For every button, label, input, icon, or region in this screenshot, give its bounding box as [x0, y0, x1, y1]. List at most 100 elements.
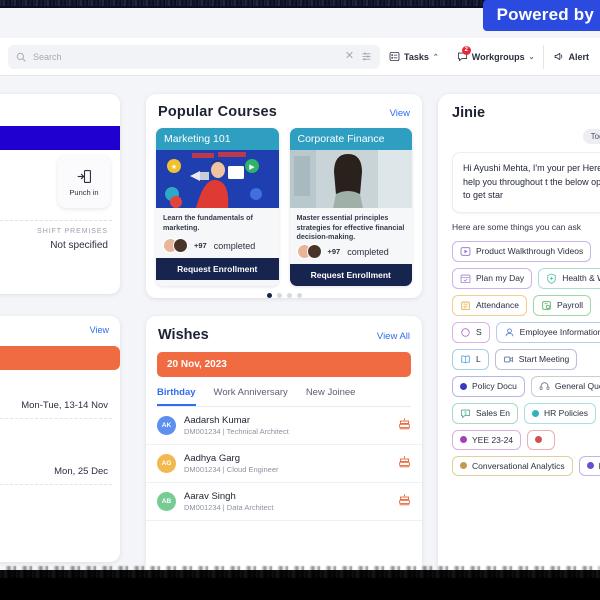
- close-icon[interactable]: ✕: [345, 51, 354, 62]
- list-item[interactable]: AK Aadarsh Kumar DM001234 | Technical Ar…: [146, 407, 422, 445]
- tab-new-joinee[interactable]: New Joinee: [306, 387, 356, 406]
- bot-prompt-text: Here are some things you can ask: [452, 221, 581, 232]
- attendance-progress-bar: [0, 126, 120, 150]
- avatar-group: [296, 244, 322, 260]
- search-bar[interactable]: ✕: [8, 44, 381, 69]
- filter-icon[interactable]: [361, 51, 372, 62]
- punch-in-label: Punch in: [69, 187, 99, 197]
- book-icon: [460, 354, 471, 365]
- alert-megaphone-icon: [555, 52, 563, 61]
- shift-premises-label: SHIFT PREMISES: [37, 228, 108, 235]
- chip-plan-my-day[interactable]: Plan my Day: [452, 267, 533, 289]
- carousel-dot[interactable]: [276, 293, 282, 298]
- punch-in-door-icon: [77, 169, 91, 183]
- holidays-view-link[interactable]: View: [90, 325, 109, 335]
- wishes-view-all-link[interactable]: View All: [377, 331, 410, 342]
- courses-view-link[interactable]: View: [390, 108, 410, 119]
- carousel-dot[interactable]: [296, 293, 302, 298]
- tab-work-anniversary[interactable]: Work Anniversary: [214, 387, 288, 406]
- list-item[interactable]: AB Aarav Singh DM001234 | Data Architect: [146, 483, 422, 521]
- course-card[interactable]: Marketing 101 ★ ▶ Learn the fundamentals…: [156, 128, 279, 287]
- avatar: [306, 244, 322, 260]
- person-name: Aadhya Garg: [184, 453, 240, 464]
- cake-icon[interactable]: [398, 493, 411, 511]
- attendance-divider: [0, 220, 112, 221]
- sales-chat-icon: $: [460, 408, 471, 419]
- search-icon: [16, 52, 26, 62]
- chip-l[interactable]: L: [452, 348, 489, 370]
- person-name: Aarav Singh: [184, 491, 236, 502]
- list-item[interactable]: AG Aadhya Garg DM001234 | Cloud Engineer: [146, 445, 422, 483]
- chip-yee-23-24[interactable]: YEE 23-24: [452, 429, 522, 450]
- dot-icon: [586, 462, 594, 469]
- nav-item-workgroups[interactable]: 2 Workgroups ⌄: [448, 45, 544, 69]
- calendar-check-icon: [460, 273, 471, 284]
- course-banner: Marketing 101: [156, 128, 279, 150]
- powered-by-banner: Powered by: [482, 0, 600, 31]
- chip-label: HR Policies: [544, 408, 588, 418]
- courses-title: Popular Courses: [158, 104, 278, 120]
- request-enrollment-button[interactable]: Request Enrollment: [289, 264, 412, 287]
- dot-icon: [535, 436, 543, 443]
- nav-item-tasks[interactable]: Tasks ⌃: [380, 45, 448, 69]
- punch-in-button[interactable]: Punch in: [58, 156, 110, 208]
- policy-dot-icon: [460, 382, 467, 390]
- course-thumbnail: [289, 150, 412, 208]
- carousel-dot[interactable]: [266, 293, 272, 298]
- completed-label: completed: [347, 246, 389, 257]
- course-title: Marketing 101: [164, 133, 231, 145]
- chip-general-query[interactable]: General Query: [530, 375, 600, 397]
- holidays-divider-1: [0, 418, 112, 419]
- course-banner: Corporate Finance: [289, 128, 412, 150]
- chip-label: YEE 23-24: [472, 434, 514, 445]
- chip-payroll[interactable]: Payroll: [533, 294, 591, 316]
- svg-text:▶: ▶: [249, 164, 255, 171]
- dot-icon: [532, 409, 540, 417]
- nav-item-alert[interactable]: Alert: [543, 44, 598, 69]
- chip-label: S: [476, 327, 482, 337]
- wishes-tabs: Birthday Work Anniversary New Joinee: [157, 377, 411, 407]
- cake-icon[interactable]: [398, 417, 411, 435]
- course-meta: +97 completed: [290, 244, 413, 264]
- courses-header: Popular Courses View: [146, 94, 422, 120]
- chip-n[interactable]: N: [578, 455, 600, 476]
- chip-conversational-analytics[interactable]: Conversational Analytics: [452, 455, 573, 476]
- request-enrollment-button[interactable]: Request Enrollment: [156, 258, 279, 280]
- person-icon: [504, 327, 515, 338]
- carousel-dots[interactable]: [146, 286, 422, 298]
- chip-label: Attendance: [476, 300, 520, 310]
- chip-attendance[interactable]: Attendance: [452, 294, 528, 316]
- wishes-header: Wishes View All: [146, 316, 422, 343]
- chip-label: Conversational Analytics: [472, 460, 565, 471]
- chip-label: L: [476, 354, 481, 364]
- chip-health-and-wellness[interactable]: Health & W: [538, 267, 600, 289]
- person-detail: DM001234 | Cloud Engineer: [184, 465, 279, 474]
- generic-icon: [460, 327, 471, 338]
- nav-label-alert: Alert: [568, 51, 589, 62]
- wishes-card: Wishes View All 20 Nov, 2023 Birthday Wo…: [146, 316, 422, 570]
- chip-policy-documents[interactable]: Policy Docu: [452, 375, 525, 397]
- person-detail: DM001234 | Technical Architect: [184, 427, 289, 436]
- chip-product-walkthrough-videos[interactable]: Product Walkthrough Videos: [452, 240, 592, 262]
- cake-icon[interactable]: [398, 455, 411, 473]
- quick-action-chips: Product Walkthrough Videos Plan my Day H…: [452, 240, 600, 476]
- chip-label: Employee Information: [519, 327, 600, 337]
- wishes-title: Wishes: [158, 327, 209, 343]
- avatar-overflow-count: +97: [194, 241, 207, 250]
- chip-s[interactable]: S: [452, 321, 490, 343]
- dashboard-content: Punch in SHIFT PREMISES Not specified Vi…: [0, 76, 600, 570]
- chip-sales-enablement[interactable]: $ Sales En: [452, 402, 519, 424]
- courses-list: Marketing 101 ★ ▶ Learn the fundamentals…: [146, 120, 422, 287]
- search-input[interactable]: [33, 51, 338, 62]
- course-card[interactable]: Corporate Finance Master essential princ…: [289, 128, 413, 287]
- chip-employee-information[interactable]: Employee Information: [495, 321, 600, 343]
- tab-birthday[interactable]: Birthday: [157, 387, 196, 406]
- chip-hr-policies[interactable]: HR Policies: [524, 402, 596, 424]
- dot-icon: [460, 436, 467, 443]
- chip-extra[interactable]: [527, 429, 556, 450]
- jinie-title: Jinie: [452, 105, 486, 121]
- chip-start-meeting[interactable]: Start Meeting: [494, 348, 578, 370]
- nav-actions: Tasks ⌃ 2 Workgroups ⌄ Alert: [380, 44, 600, 69]
- top-navigation-bar: ✕ Tasks ⌃: [0, 38, 600, 76]
- carousel-dot[interactable]: [286, 293, 292, 298]
